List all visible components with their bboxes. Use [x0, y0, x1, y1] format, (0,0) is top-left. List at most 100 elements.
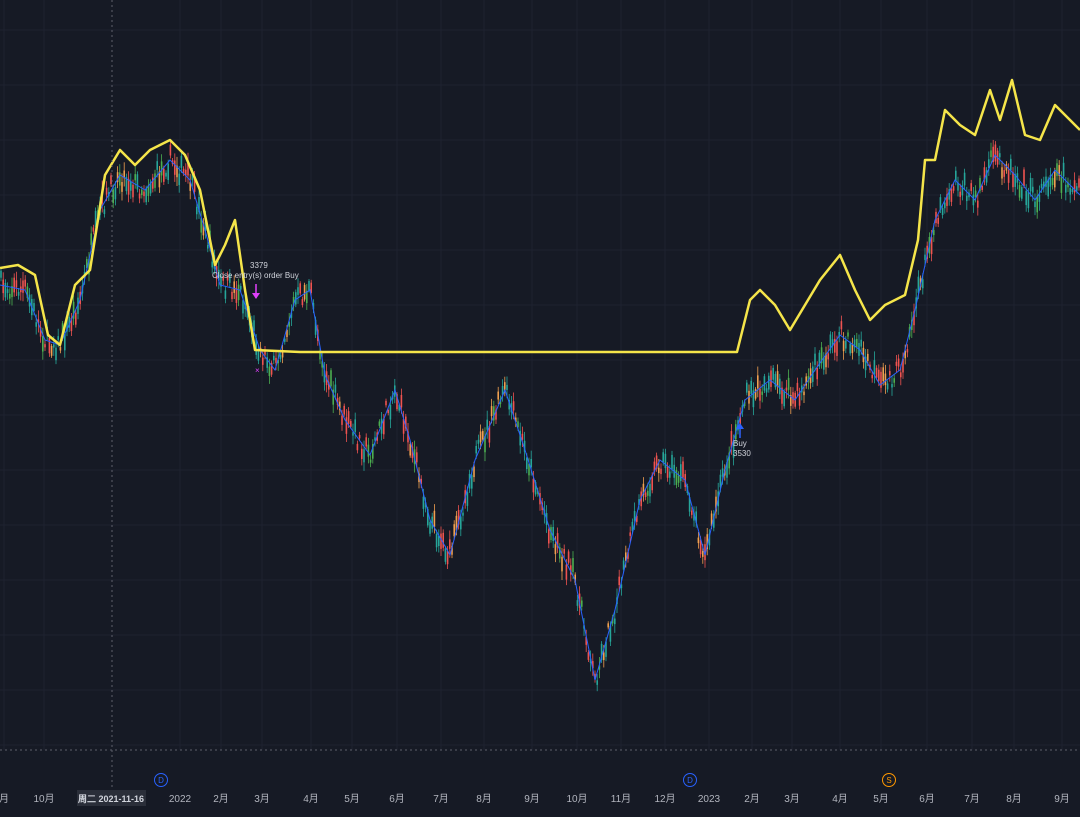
candle-body — [295, 292, 297, 305]
candle-body — [416, 452, 418, 463]
candle-body — [581, 600, 583, 607]
candle-body — [779, 378, 781, 395]
candle-body — [1036, 196, 1038, 213]
candle-body — [138, 193, 141, 199]
candle-body — [438, 535, 440, 547]
candle-body — [299, 283, 301, 294]
candle-body — [471, 475, 473, 489]
x-tick-label: 2022 — [169, 794, 192, 805]
candle-body — [959, 191, 961, 197]
candle-body — [105, 187, 108, 195]
candle-body — [677, 475, 680, 483]
candle-body — [389, 405, 392, 420]
candle-body — [506, 384, 508, 390]
candle-body — [840, 321, 843, 330]
candle-body — [154, 173, 156, 188]
candle-body — [842, 340, 845, 352]
candle-body — [1056, 163, 1058, 176]
candle-body — [0, 270, 2, 278]
candle-body — [330, 370, 332, 387]
candle-body — [235, 287, 238, 303]
entry-label-text: Buy — [733, 439, 747, 448]
candle-body — [237, 284, 240, 301]
candle-body — [867, 353, 869, 361]
candle-body — [1051, 178, 1054, 185]
candle-body — [385, 400, 387, 406]
candle-body — [702, 551, 704, 557]
candle-body — [367, 444, 370, 457]
crosshair-date-label: 周二 2021-11-16 — [78, 794, 144, 804]
candle-body — [482, 431, 484, 440]
candle-body — [827, 353, 829, 360]
candle-body — [576, 600, 579, 606]
candle-body — [966, 195, 968, 202]
candle-body — [127, 178, 130, 195]
candle-body — [301, 299, 304, 306]
candle-body — [847, 332, 849, 337]
candle-body — [422, 496, 425, 509]
candle-body — [165, 172, 167, 177]
candle-body — [952, 186, 955, 191]
candle-body — [262, 357, 264, 365]
candle-body — [341, 415, 343, 425]
x-tick-label: 7月 — [964, 793, 980, 805]
x-tick-label: 2月 — [213, 793, 229, 805]
candle-body — [746, 382, 748, 393]
candle-body — [691, 510, 693, 515]
candle-body — [6, 289, 9, 293]
candle-body — [1034, 201, 1036, 208]
candle-body — [757, 375, 759, 389]
x-tick-label: 2023 — [698, 794, 721, 805]
x-tick-label: 8月 — [476, 793, 492, 805]
candle-body — [308, 280, 310, 291]
candle-body — [490, 406, 493, 417]
candle-body — [477, 439, 480, 444]
candle-body — [974, 190, 977, 198]
candle-body — [647, 490, 649, 496]
candle-body — [596, 680, 598, 685]
candle-body — [134, 174, 136, 181]
candle-body — [442, 532, 444, 548]
candle-body — [649, 483, 651, 497]
candle-body — [1018, 185, 1021, 198]
candle-body — [4, 282, 7, 298]
candle-body — [240, 286, 242, 290]
svg-text:S: S — [886, 776, 891, 785]
candle-body — [90, 233, 92, 245]
candle-body — [803, 391, 805, 396]
candle-body — [1032, 186, 1034, 193]
candle-body — [763, 376, 766, 391]
candle-body — [895, 361, 898, 366]
candle-body — [211, 261, 213, 268]
x-tick-label: 月 — [0, 793, 9, 805]
candle-body — [112, 189, 114, 204]
candle-body — [963, 172, 966, 186]
candle-body — [572, 558, 574, 573]
candle-body — [365, 437, 367, 447]
x-tick-label: 11月 — [611, 793, 631, 805]
candle-body — [180, 155, 183, 168]
candle-body — [666, 466, 669, 478]
candle-body — [361, 448, 363, 459]
candle-body — [363, 449, 365, 463]
x-tick-label: 12月 — [654, 793, 675, 805]
x-tick-label: 4月 — [303, 793, 319, 805]
candle-body — [1071, 188, 1074, 192]
candle-body — [207, 244, 209, 249]
candle-body — [906, 349, 909, 353]
candle-body — [878, 369, 880, 381]
candle-body — [644, 492, 647, 497]
chart-background — [0, 0, 1080, 817]
candle-body — [880, 371, 882, 388]
candle-body — [160, 161, 163, 176]
exit-x-icon: × — [255, 366, 260, 375]
candle-body — [814, 353, 816, 365]
candle-body — [13, 277, 15, 293]
candle-body — [44, 344, 46, 348]
strategy-chart[interactable]: 3379 Close entry(s) order Buy × Buy 3530… — [0, 0, 1080, 817]
candle-body — [1047, 179, 1049, 197]
candle-body — [1010, 158, 1012, 171]
candle-body — [453, 524, 455, 537]
candle-body — [922, 279, 924, 289]
candle-body — [924, 254, 926, 260]
